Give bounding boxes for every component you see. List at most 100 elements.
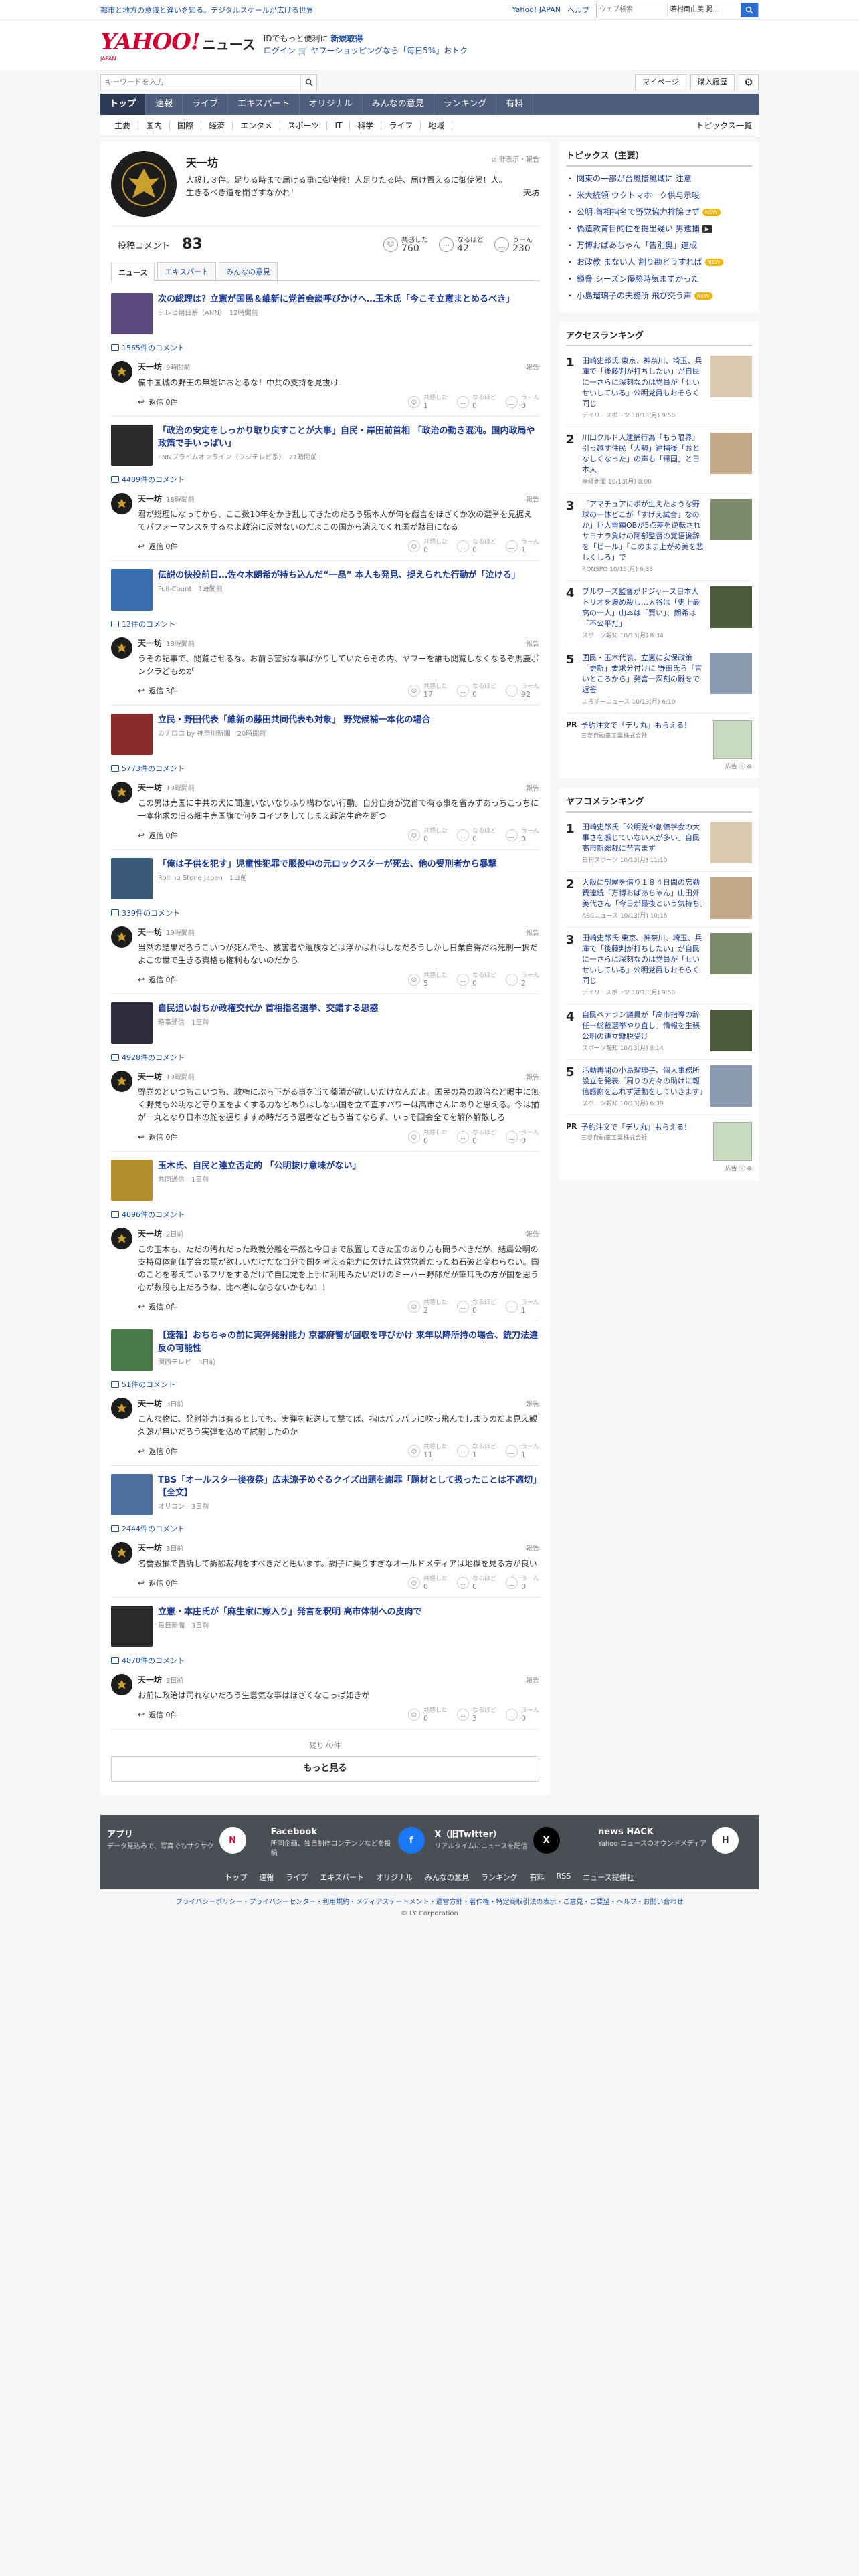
reaction-hmm[interactable]: ﹏ うーん 230 <box>494 237 533 253</box>
ranking-item[interactable]: 2 川口クルド人逮捕行為「もう限界」引っ越す住民「大勢」逮捕後「おとなしくなった」… <box>566 427 752 494</box>
yahoo-japan-link[interactable]: Yahoo! JAPAN <box>512 5 561 14</box>
comment-author[interactable]: 天一坊 <box>138 1072 162 1081</box>
login-link[interactable]: ログイン <box>264 46 296 56</box>
article-link[interactable]: 立憲・本庄氏が「麻生家に嫁入り」発言を釈明 高市体制への皮肉で 毎日新聞 3日前 <box>111 1602 539 1651</box>
comment-count-link[interactable]: 4870件のコメント <box>111 1651 539 1670</box>
article-link[interactable]: 玉木氏、自民と連立否定的 「公明抜け意味がない」 共同通信 1日前 <box>111 1156 539 1205</box>
nav-item[interactable]: みんなの意見 <box>363 94 434 115</box>
footer-link[interactable]: 有料 <box>530 1872 545 1883</box>
report-link[interactable]: 報告 <box>526 782 539 792</box>
comment-count-link[interactable]: 12件のコメント <box>111 615 539 633</box>
subnav-item[interactable]: スポーツ <box>280 120 328 130</box>
subnav-item[interactable]: ライフ <box>381 120 421 130</box>
hide-report-link[interactable]: ⊘ 非表示・報告 <box>491 154 539 164</box>
nav-item[interactable]: 有料 <box>496 94 534 115</box>
footer-link[interactable]: みんなの意見 <box>425 1872 469 1883</box>
article-link[interactable]: 「政治の安定をしっかり取り戻すことが大事」自民・岸田前首相 「政治の動き混沌。国… <box>111 421 539 470</box>
purchase-history-button[interactable]: 購入履歴 <box>690 74 735 90</box>
reply-button[interactable]: ↩ 返信 0件 <box>138 397 178 407</box>
comment-author[interactable]: 天一坊 <box>138 928 162 937</box>
reaction-empathy[interactable]: ☺ 共感した 0 <box>407 1130 448 1144</box>
nav-item[interactable]: エキスパート <box>228 94 300 115</box>
comment-author[interactable]: 天一坊 <box>138 1543 162 1553</box>
article-title[interactable]: 次の総理は？立憲が国民＆維新に党首会談呼びかけへ…玉木氏「今こそ立憲まとめるべき… <box>158 293 514 306</box>
reaction-empathy[interactable]: ☺ 共感した 1 <box>407 395 448 409</box>
article-title[interactable]: 「政治の安定をしっかり取り戻すことが大事」自民・岸田前首相 「政治の動き混沌。国… <box>158 425 539 450</box>
comment-count-link[interactable]: 5773件のコメント <box>111 759 539 778</box>
footer-link[interactable]: エキスパート <box>320 1872 364 1883</box>
article-link[interactable]: 【速報】おちちゃの前に実弾発射能力 京都府警が回収を呼びかけ 来年以降所持の場合… <box>111 1325 539 1375</box>
report-link[interactable]: 報告 <box>526 1398 539 1408</box>
reaction-empathy[interactable]: ☺ 共感した 760 <box>383 237 428 253</box>
reaction-indeed[interactable]: … なるほど 0 <box>456 1576 496 1590</box>
reply-button[interactable]: ↩ 返信 0件 <box>138 1709 178 1720</box>
reply-button[interactable]: ↩ 返信 0件 <box>138 1301 178 1312</box>
reply-button[interactable]: ↩ 返信 0件 <box>138 1446 178 1457</box>
tab-expert[interactable]: エキスパート <box>157 262 217 280</box>
yahoo-news-logo[interactable]: YAHOO! JAPAN ニュース <box>100 29 256 62</box>
footer-link[interactable]: ライブ <box>286 1872 308 1883</box>
report-link[interactable]: 報告 <box>526 927 539 937</box>
comment-count-link[interactable]: 4928件のコメント <box>111 1048 539 1067</box>
ranking-item[interactable]: 5 国民・玉木代表、立憲に安保政策「更新」要求分付けに 野田氏ら「言いところから」… <box>566 647 752 714</box>
article-title[interactable]: 【速報】おちちゃの前に実弾発射能力 京都府警が回収を呼びかけ 来年以降所持の場合… <box>158 1329 539 1355</box>
nav-item[interactable]: オリジナル <box>300 94 363 115</box>
article-link[interactable]: 伝説の快投前日…佐々木朗希が持ち込んだ“一品” 本人も発見、捉えられた行動が「泣… <box>111 565 539 615</box>
reaction-hmm[interactable]: ﹏ うーん 0 <box>505 1576 539 1590</box>
footer-link[interactable]: ランキング <box>481 1872 518 1883</box>
article-link[interactable]: TBS「オールスター後夜祭」広末涼子めぐるクイズ出題を謝罪「題材として扱ったこと… <box>111 1470 539 1519</box>
topic-item[interactable]: ・お政教 まない人 割り勘どうすれば NEW <box>566 254 752 271</box>
reaction-indeed[interactable]: … なるほど 0 <box>456 539 496 554</box>
topic-item[interactable]: ・万博おばあちゃん「告別奥」連成 <box>566 237 752 254</box>
tab-opinion[interactable]: みんなの意見 <box>219 262 278 280</box>
pr-ad[interactable]: PR 予約注文で「デリ丸」もらえる！ 三菱自動車工業株式会社 <box>566 1115 752 1164</box>
article-title[interactable]: 立民・野田代表「維新の藤田共同代表も対象」 野党候補一本化の場合 <box>158 714 431 726</box>
reaction-empathy[interactable]: ☺ 共感した 0 <box>407 539 448 554</box>
reaction-empathy[interactable]: ☺ 共感した 0 <box>407 1576 448 1590</box>
ranking-item[interactable]: 3 田崎史郎氏 東京、神奈川、埼玉、兵庫で「後藤判が打ちしたい」が自民に一さらに深… <box>566 928 752 1004</box>
topic-item[interactable]: ・鎖骨 シーズン優勝時気まずかった <box>566 271 752 288</box>
reaction-hmm[interactable]: ﹏ うーん 2 <box>505 972 539 987</box>
subnav-item[interactable]: 主要 <box>107 120 139 130</box>
reaction-empathy[interactable]: ☺ 共感した 11 <box>407 1444 448 1459</box>
ranking-item[interactable]: 4 ブルワーズ監督がドジャース日本人トリオを褒め殺し…大谷は「史上最高の一人」山本… <box>566 581 752 647</box>
report-link[interactable]: 報告 <box>526 362 539 372</box>
reaction-empathy[interactable]: ☺ 共感した 0 <box>407 828 448 843</box>
reaction-indeed[interactable]: … なるほど 3 <box>456 1707 496 1722</box>
report-link[interactable]: 報告 <box>526 494 539 504</box>
ranking-item[interactable]: 4 自民ベテラン議員が「高市指導の辞任一総裁選挙やり直し」情報を生張 公明の連立離… <box>566 1004 752 1060</box>
reaction-indeed[interactable]: … なるほど 0 <box>456 1299 496 1314</box>
reaction-indeed[interactable]: … なるほど 0 <box>456 828 496 843</box>
report-link[interactable]: 報告 <box>526 1228 539 1239</box>
comment-author[interactable]: 天一坊 <box>138 362 162 372</box>
reply-button[interactable]: ↩ 返信 0件 <box>138 830 178 841</box>
report-link[interactable]: 報告 <box>526 638 539 648</box>
topic-item[interactable]: ・小島瑠璃子の夫務所 飛び交う声 NEW <box>566 288 752 304</box>
comment-count-link[interactable]: 4489件のコメント <box>111 470 539 489</box>
reaction-indeed[interactable]: … なるほど 1 <box>456 1444 496 1459</box>
article-title[interactable]: 伝説の快投前日…佐々木朗希が持ち込んだ“一品” 本人も発見、捉えられた行動が「泣… <box>158 569 520 582</box>
subnav-item[interactable]: IT <box>327 120 351 130</box>
comment-count-link[interactable]: 51件のコメント <box>111 1375 539 1394</box>
reply-button[interactable]: ↩ 返信 0件 <box>138 974 178 985</box>
comment-author[interactable]: 天一坊 <box>138 639 162 648</box>
reply-button[interactable]: ↩ 返信 0件 <box>138 1578 178 1588</box>
footer-link[interactable]: 速報 <box>259 1872 274 1883</box>
article-title[interactable]: 立憲・本庄氏が「麻生家に嫁入り」発言を釈明 高市体制への皮肉で <box>158 1606 422 1618</box>
reaction-hmm[interactable]: ﹏ うーん 1 <box>505 539 539 554</box>
reaction-empathy[interactable]: ☺ 共感した 2 <box>407 1299 448 1314</box>
subnav-item[interactable]: 国内 <box>138 120 171 130</box>
reaction-indeed[interactable]: … なるほど 0 <box>456 1130 496 1144</box>
article-link[interactable]: 自民追い討ちか政権交代か 首相指名選挙、交錯する思惑 時事通信 1日前 <box>111 998 539 1048</box>
article-title[interactable]: TBS「オールスター後夜祭」広末涼子めぐるクイズ出題を謝罪「題材として扱ったこと… <box>158 1474 539 1499</box>
subnav-item[interactable]: エンタメ <box>233 120 280 130</box>
reply-button[interactable]: ↩ 返信 3件 <box>138 685 178 696</box>
settings-button[interactable]: ⚙ <box>739 74 759 90</box>
reaction-empathy[interactable]: ☺ 共感した 17 <box>407 683 448 698</box>
comment-author[interactable]: 天一坊 <box>138 783 162 792</box>
subnav-item[interactable]: 科学 <box>350 120 382 130</box>
ranking-item[interactable]: 2 大阪に部屋を借り１８４日間の忘勤費連続「万博おばあちゃん」山田外美代さん「今日… <box>566 872 752 928</box>
reaction-hmm[interactable]: ﹏ うーん 0 <box>505 1130 539 1144</box>
comment-author[interactable]: 天一坊 <box>138 1399 162 1408</box>
nav-item[interactable]: トップ <box>100 94 147 115</box>
